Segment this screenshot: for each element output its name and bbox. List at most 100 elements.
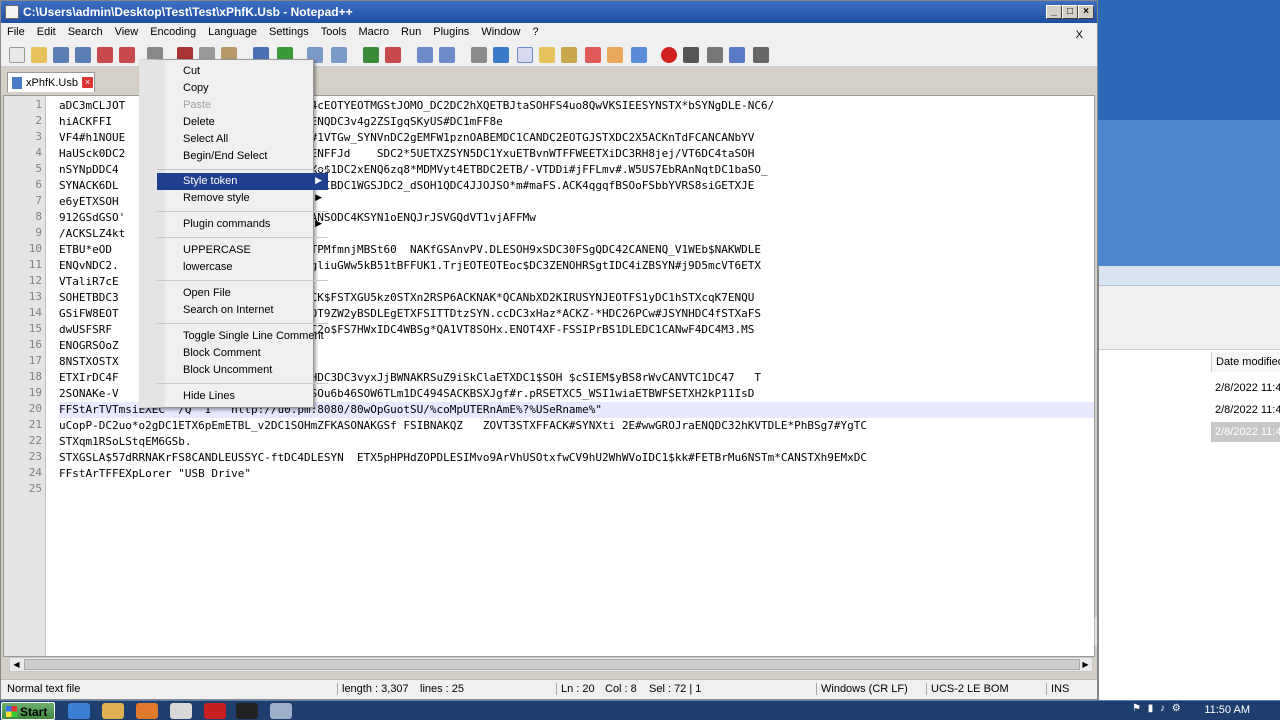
menu-item-begin-end-select[interactable]: Begin/End Select bbox=[157, 148, 328, 165]
function-list-icon[interactable] bbox=[585, 47, 601, 63]
menu-run[interactable]: Run bbox=[395, 23, 427, 41]
menu-item-toggle-comment[interactable]: Toggle Single Line Comment bbox=[157, 328, 328, 345]
explorer-icon[interactable] bbox=[102, 703, 124, 719]
tab-xphfk-usb[interactable]: xPhfK.Usb × bbox=[7, 72, 95, 92]
save-all-icon[interactable] bbox=[75, 47, 91, 63]
menu-item-search-internet[interactable]: Search on Internet bbox=[157, 302, 328, 319]
menu-item-copy[interactable]: Copy bbox=[157, 80, 328, 97]
status-encoding: UCS-2 LE BOM bbox=[926, 683, 1009, 695]
code-line[interactable] bbox=[59, 482, 1094, 498]
media-player-icon[interactable] bbox=[136, 703, 158, 719]
menu-item-plugin-commands[interactable]: Plugin commands ▶ bbox=[157, 216, 328, 233]
new-file-icon[interactable] bbox=[9, 47, 25, 63]
explorer-row-date[interactable]: 2/8/2022 11:4 bbox=[1211, 378, 1280, 398]
menu-language[interactable]: Language bbox=[202, 23, 263, 41]
window-title: C:\Users\admin\Desktop\Test\Test\xPhfK.U… bbox=[23, 5, 353, 19]
sync-horizontal-icon[interactable] bbox=[439, 47, 455, 63]
menu-item-block-comment[interactable]: Block Comment bbox=[157, 345, 328, 362]
save-icon[interactable] bbox=[53, 47, 69, 63]
line-number: 10 bbox=[28, 242, 42, 255]
menu-item-label: Plugin commands bbox=[183, 218, 271, 230]
menu-window[interactable]: Window bbox=[475, 23, 526, 41]
opera-icon[interactable] bbox=[204, 703, 226, 719]
menu-search[interactable]: Search bbox=[62, 23, 109, 41]
close-tab-icon[interactable]: × bbox=[82, 77, 93, 88]
code-line[interactable]: FFstArTFFEXpLorer "USB Drive" bbox=[59, 466, 1094, 482]
notepadpp-taskbar-icon[interactable] bbox=[270, 703, 292, 719]
menu-settings[interactable]: Settings bbox=[263, 23, 315, 41]
close-file-icon[interactable] bbox=[97, 47, 113, 63]
menu-help[interactable]: ? bbox=[526, 23, 544, 41]
code-line[interactable]: STXqm1RSoLStqEM6GSb. bbox=[59, 434, 1094, 450]
status-length: length : 3,307 bbox=[337, 683, 409, 695]
status-file-type: Normal text file bbox=[7, 683, 81, 695]
menu-item-delete[interactable]: Delete bbox=[157, 114, 328, 131]
zoom-in-icon[interactable] bbox=[363, 47, 379, 63]
clock[interactable]: 11:50 AM bbox=[1204, 704, 1250, 716]
close-button[interactable]: × bbox=[1078, 5, 1094, 19]
line-number: 3 bbox=[35, 130, 42, 143]
record-macro-icon[interactable] bbox=[661, 47, 677, 63]
open-file-icon[interactable] bbox=[31, 47, 47, 63]
start-button[interactable]: Start bbox=[1, 702, 55, 720]
line-number: 4 bbox=[35, 146, 42, 159]
line-number: 20 bbox=[28, 402, 42, 415]
menu-tools[interactable]: Tools bbox=[315, 23, 353, 41]
menu-bar: File Edit Search View Encoding Language Settin… bbox=[1, 23, 1097, 43]
ie-icon[interactable] bbox=[68, 703, 90, 719]
line-number: 14 bbox=[28, 306, 42, 319]
menu-item-select-all[interactable]: Select All bbox=[157, 131, 328, 148]
status-sel: Sel : 72 | 1 bbox=[649, 683, 702, 695]
menu-plugins[interactable]: Plugins bbox=[427, 23, 475, 41]
menu-macro[interactable]: Macro bbox=[352, 23, 395, 41]
menu-encoding[interactable]: Encoding bbox=[144, 23, 202, 41]
line-number: 24 bbox=[28, 466, 42, 479]
menu-item-remove-style[interactable]: Remove style ▶ bbox=[157, 190, 328, 207]
replace-icon[interactable] bbox=[331, 47, 347, 63]
menu-item-block-uncomment[interactable]: Block Uncomment bbox=[157, 362, 328, 379]
menu-item-style-token[interactable]: Style token ▶ bbox=[157, 173, 328, 190]
scroll-thumb[interactable] bbox=[24, 659, 1080, 670]
close-all-icon[interactable] bbox=[119, 47, 135, 63]
maximize-button[interactable]: □ bbox=[1062, 5, 1078, 19]
run-macro-multiple-icon[interactable] bbox=[729, 47, 745, 63]
zoom-out-icon[interactable] bbox=[385, 47, 401, 63]
horizontal-scrollbar[interactable]: ◀ ▶ bbox=[9, 657, 1093, 672]
explorer-row-date[interactable]: 2/8/2022 11:4 bbox=[1211, 422, 1280, 442]
menu-item-paste[interactable]: Paste bbox=[157, 97, 328, 114]
menu-separator bbox=[157, 211, 328, 212]
indent-guide-icon[interactable] bbox=[517, 47, 533, 63]
stop-macro-icon[interactable] bbox=[683, 47, 699, 63]
date-modified-header[interactable]: Date modified bbox=[1211, 352, 1280, 372]
monitoring-icon[interactable] bbox=[631, 47, 647, 63]
save-macro-icon[interactable] bbox=[753, 47, 769, 63]
folder-workspace-icon[interactable] bbox=[539, 47, 555, 63]
menu-separator bbox=[157, 323, 328, 324]
scroll-right-arrow-icon[interactable]: ▶ bbox=[1079, 658, 1092, 671]
play-macro-icon[interactable] bbox=[707, 47, 723, 63]
menu-item-open-file[interactable]: Open File bbox=[157, 285, 328, 302]
scroll-left-arrow-icon[interactable]: ◀ bbox=[10, 658, 23, 671]
cmd-icon[interactable] bbox=[236, 703, 258, 719]
menu-separator bbox=[157, 169, 328, 170]
code-line[interactable]: uCopP-DC2uo*o2gDC1ETX6pEmETBL_v2DC1SOHmZ… bbox=[59, 418, 1094, 434]
explorer-row-date[interactable]: 2/8/2022 11:4 bbox=[1211, 400, 1280, 420]
menu-view[interactable]: View bbox=[109, 23, 145, 41]
menu-item-hide-lines[interactable]: Hide Lines bbox=[157, 388, 328, 405]
document-map-icon[interactable] bbox=[561, 47, 577, 63]
sync-vertical-icon[interactable] bbox=[417, 47, 433, 63]
line-number: 16 bbox=[28, 338, 42, 351]
show-all-chars-icon[interactable] bbox=[493, 47, 509, 63]
menu-item-cut[interactable]: Cut bbox=[157, 63, 328, 80]
menu-item-uppercase[interactable]: UPPERCASE bbox=[157, 242, 328, 259]
close-document-x[interactable]: X bbox=[1070, 26, 1089, 44]
code-line[interactable]: STXGSLA$57dRRNAKrFS8CANDLEUSSYC-ftDC4DLE… bbox=[59, 450, 1094, 466]
folder-as-workspace-icon[interactable] bbox=[607, 47, 623, 63]
minimize-button[interactable]: _ bbox=[1046, 5, 1062, 19]
tray-icons[interactable]: ⚑ ▮ ♪ ⚙ bbox=[1132, 703, 1192, 719]
menu-file[interactable]: File bbox=[1, 23, 31, 41]
menu-item-lowercase[interactable]: lowercase bbox=[157, 259, 328, 276]
chrome-icon[interactable] bbox=[170, 703, 192, 719]
word-wrap-icon[interactable] bbox=[471, 47, 487, 63]
menu-edit[interactable]: Edit bbox=[31, 23, 62, 41]
